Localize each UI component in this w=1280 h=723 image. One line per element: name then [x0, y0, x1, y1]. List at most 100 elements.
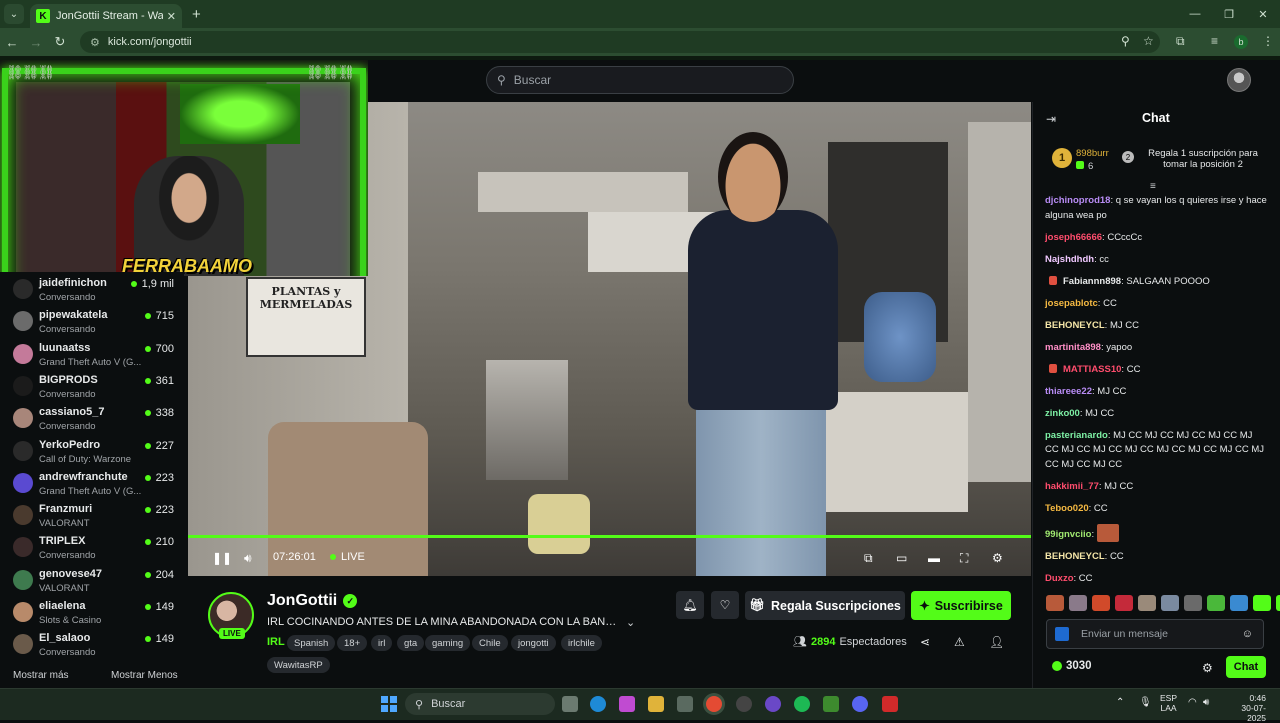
show-less-link[interactable]: Mostrar Menos	[111, 670, 178, 681]
chat-message[interactable]: BEHONEYCL: MJ CC	[1045, 319, 1267, 334]
notification-bell-button[interactable]: 🔔︎	[676, 591, 704, 619]
chat-message[interactable]: Teboo020: CC	[1045, 502, 1267, 517]
taskbar-clock[interactable]: 0:46 30-07-2025	[1226, 693, 1266, 723]
emote-icon[interactable]	[1115, 595, 1133, 611]
store-icon[interactable]	[677, 696, 693, 712]
stream-tag[interactable]: irl	[371, 635, 393, 651]
send-chat-button[interactable]: Chat	[1226, 656, 1266, 678]
gift-subs-button[interactable]: 🎁︎ Regala Suscripciones	[745, 591, 905, 620]
browser-menu-icon[interactable]: ⋮	[1262, 34, 1274, 48]
emote-icon[interactable]	[1230, 595, 1248, 611]
video-progress-bar[interactable]	[188, 535, 1031, 538]
chat-username[interactable]: Teboo020	[1045, 503, 1089, 514]
stream-tag[interactable]: Chile	[472, 635, 508, 651]
github-icon[interactable]	[736, 696, 752, 712]
chat-username[interactable]: MATTIASS10	[1063, 364, 1121, 375]
windows-start-icon[interactable]	[381, 696, 397, 712]
chat-message[interactable]: Fabiannn898: SALGAAN POOOO	[1045, 275, 1267, 290]
emote-icon[interactable]	[1138, 595, 1156, 611]
reading-list-icon[interactable]: ≡	[1211, 34, 1218, 48]
stream-tag[interactable]: 18+	[337, 635, 368, 651]
search-input[interactable]: ⚲ Buscar	[486, 66, 794, 94]
discord-icon[interactable]	[852, 696, 868, 712]
chat-message[interactable]: djchinoprod18: q se vayan los q quieres …	[1045, 194, 1267, 223]
microphone-icon[interactable]: 🎙︎	[1139, 697, 1152, 708]
chat-username[interactable]: djchinoprod18	[1045, 195, 1110, 206]
sidebar-channel-item[interactable]: BIGPRODS Conversando 361	[0, 372, 184, 404]
streamer-name[interactable]: JonGottii ✓	[267, 592, 358, 610]
theater-mode-icon[interactable]: ▬	[928, 551, 940, 565]
chat-username[interactable]: josepablotc	[1045, 298, 1098, 309]
forward-icon[interactable]: →	[24, 35, 48, 50]
reload-icon[interactable]: ↻	[48, 34, 72, 50]
user-list-icon[interactable]: 👤︎	[989, 635, 1004, 649]
live-indicator[interactable]: LIVE	[330, 551, 365, 563]
sidebar-channel-item[interactable]: cassiano5_7 Conversando 338	[0, 404, 184, 436]
sidebar-channel-item[interactable]: luunaatss Grand Theft Auto V (G... 700	[0, 340, 184, 372]
stream-tag[interactable]: jongotti	[511, 635, 556, 651]
chat-message[interactable]: joseph66666: CCccCc	[1045, 231, 1267, 246]
site-info-icon[interactable]: ⚙	[90, 36, 100, 49]
pause-icon[interactable]: ❚❚	[212, 551, 232, 565]
chrome-icon[interactable]	[706, 696, 722, 712]
language-indicator[interactable]: ESP LAA	[1160, 693, 1177, 713]
chat-message[interactable]: pasterianardo: MJ CC MJ CC MJ CC MJ CC M…	[1045, 429, 1267, 473]
task-view-icon[interactable]	[562, 696, 578, 712]
sidebar-channel-item[interactable]: andrewfranchute Grand Theft Auto V (G... 2…	[0, 469, 184, 501]
volume-icon[interactable]: 🔊︎	[244, 551, 252, 566]
url-field[interactable]: ⚙ kick.com/jongottii	[80, 31, 1160, 53]
chat-message[interactable]: martinita898: yapoo	[1045, 341, 1267, 356]
chat-message[interactable]: Duxzo: CC	[1045, 572, 1267, 587]
close-window-icon[interactable]: ✕	[1246, 0, 1280, 28]
chat-message[interactable]: josepablotc: CC	[1045, 297, 1267, 312]
chat-settings-icon[interactable]: ⚙	[1202, 661, 1213, 675]
fullscreen-icon[interactable]: ⛶	[960, 551, 968, 566]
emote-icon[interactable]	[1253, 595, 1271, 611]
sidebar-channel-item[interactable]: pipewakatela Conversando 715	[0, 307, 184, 339]
stream-tag[interactable]: irlchile	[561, 635, 602, 651]
emote-icon[interactable]	[1184, 595, 1202, 611]
clip-icon[interactable]: ▭	[896, 551, 907, 565]
stream-tag[interactable]: Spanish	[287, 635, 336, 651]
sidebar-channel-item[interactable]: genovese47 VALORANT 204	[0, 566, 184, 598]
pinned-gift-leaderboard[interactable]: 1 898burr 6 2 Regala 1 suscripción para …	[1044, 142, 1272, 178]
follow-heart-button[interactable]: ♡	[711, 591, 739, 619]
sidebar-channel-item[interactable]: jaidefinichon Conversando 1,9 mil	[0, 275, 184, 307]
stream-tag[interactable]: WawitasRP	[267, 657, 330, 673]
back-icon[interactable]: ←	[0, 35, 24, 50]
chat-username[interactable]: Duxzo	[1045, 573, 1074, 584]
share-icon[interactable]: ⋖	[920, 635, 930, 649]
picture-in-picture-icon[interactable]: ⧉	[864, 551, 873, 566]
chat-username[interactable]: BEHONEYCL	[1045, 320, 1105, 331]
expand-pinned-icon[interactable]: ≡	[1150, 181, 1156, 192]
chat-message[interactable]: BEHONEYCL: CC	[1045, 550, 1267, 565]
chat-message[interactable]: hakkimii_77: MJ CC	[1045, 480, 1267, 495]
sidebar-channel-item[interactable]: Franzmuri VALORANT 223	[0, 501, 184, 533]
browser-profile-avatar[interactable]: b	[1234, 35, 1248, 49]
chat-username[interactable]: zinko00	[1045, 408, 1080, 419]
emote-icon[interactable]	[1276, 595, 1280, 611]
edge-icon[interactable]	[590, 696, 606, 712]
chat-username[interactable]: pasterianardo	[1045, 430, 1108, 441]
sidebar-channel-item[interactable]: TRIPLEX Conversando 210	[0, 533, 184, 565]
chat-message-input[interactable]: Enviar un mensaje ☺	[1046, 619, 1264, 649]
sidebar-channel-item[interactable]: eliaelena Slots & Casino 149	[0, 598, 184, 630]
emote-icon[interactable]	[1046, 595, 1064, 611]
minecraft-icon[interactable]	[823, 696, 839, 712]
kick-emote-icon[interactable]	[1055, 627, 1069, 641]
minimize-icon[interactable]: —	[1178, 0, 1212, 28]
chat-username[interactable]: Najshdhdh	[1045, 254, 1094, 265]
obs-icon[interactable]	[765, 696, 781, 712]
tray-chevron-icon[interactable]: ⌃	[1116, 697, 1124, 708]
emote-icon[interactable]	[1069, 595, 1087, 611]
chat-username[interactable]: joseph66666	[1045, 232, 1102, 243]
chat-message[interactable]: 99ignvciio:	[1045, 523, 1267, 543]
emote-icon[interactable]	[1207, 595, 1225, 611]
chat-username[interactable]: BEHONEYCL	[1045, 551, 1105, 562]
taskbar-search[interactable]: ⚲ Buscar	[405, 693, 555, 715]
chat-message[interactable]: Najshdhdh: cc	[1045, 253, 1267, 268]
show-more-link[interactable]: Mostrar más	[13, 670, 69, 681]
close-tab-icon[interactable]: ✕	[167, 10, 176, 23]
sidebar-channel-item[interactable]: YerkoPedro Call of Duty: Warzone 227	[0, 437, 184, 469]
emoji-picker-icon[interactable]: ☺	[1242, 628, 1253, 640]
